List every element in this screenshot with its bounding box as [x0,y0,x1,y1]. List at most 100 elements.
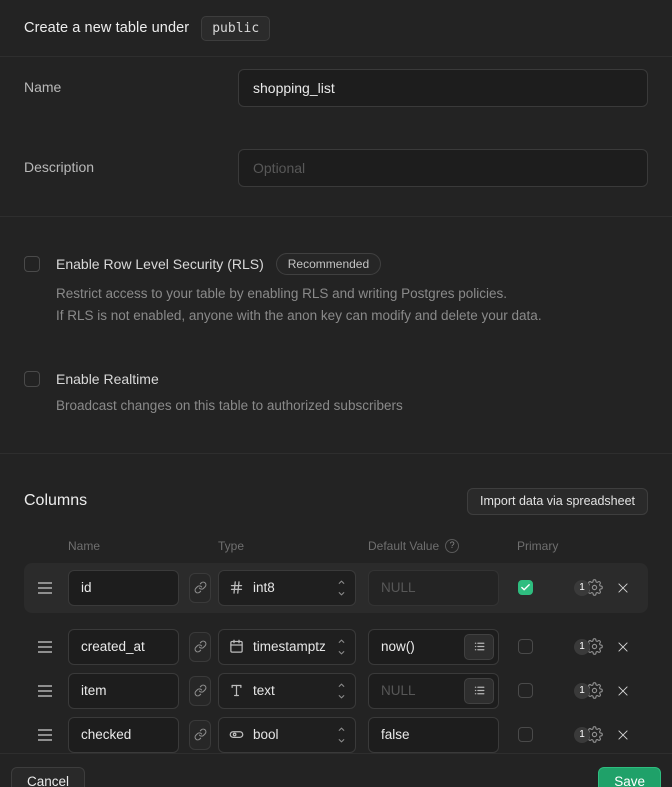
link-icon [194,640,207,653]
settings-count-badge: 1 [574,580,590,596]
check-icon [520,582,531,593]
realtime-description: Broadcast changes on this table to autho… [56,395,648,417]
rls-toggle-block: Enable Row Level Security (RLS) Recommen… [24,253,648,326]
cancel-button[interactable]: Cancel [11,767,85,787]
default-value-input [368,570,499,606]
column-name-input[interactable] [68,629,179,665]
column-type-select[interactable]: timestamptz [218,629,356,665]
settings-count-badge: 1 [574,639,590,655]
column-name-input[interactable] [68,570,179,606]
primary-checkbox[interactable] [518,580,533,595]
foreign-key-button[interactable] [189,632,211,662]
link-icon [194,581,207,594]
dialog-title: Create a new table under [24,20,189,36]
column-type-value: timestamptz [253,639,326,654]
default-value-input[interactable] [368,717,499,753]
realtime-checkbox[interactable] [24,371,40,387]
toggle-icon [229,727,244,742]
header-default-value: Default Value ? [368,539,517,553]
help-icon[interactable]: ? [445,539,459,553]
remove-column-button[interactable] [616,684,630,698]
remove-column-button[interactable] [616,581,630,595]
column-type-value: int8 [253,580,275,595]
foreign-key-button[interactable] [189,573,211,603]
remove-column-button[interactable] [616,728,630,742]
close-icon [616,728,630,742]
default-value-menu-button[interactable] [464,678,494,704]
primary-checkbox[interactable] [518,683,533,698]
column-row: timestamptz 1 [24,629,648,665]
realtime-toggle-block: Enable Realtime Broadcast changes on thi… [24,371,648,417]
save-button[interactable]: Save [598,767,661,787]
column-row: int8 1 [24,570,648,606]
primary-checkbox[interactable] [518,639,533,654]
foreign-key-button[interactable] [189,676,211,706]
table-info-section: Name Description [0,57,672,217]
rls-checkbox[interactable] [24,256,40,272]
column-settings-button[interactable]: 1 [574,579,603,596]
link-icon [194,728,207,741]
options-section: Enable Row Level Security (RLS) Recommen… [0,217,672,454]
calendar-icon [229,639,244,654]
column-name-input[interactable] [68,717,179,753]
column-type-select[interactable]: int8 [218,570,356,606]
column-settings-button[interactable]: 1 [574,726,603,743]
primary-checkbox-cell [517,683,533,698]
description-label: Description [24,149,238,175]
list-icon [473,684,486,697]
create-table-dialog: Create a new table under public Name Des… [0,0,672,787]
columns-section: Columns Import data via spreadsheet Name… [0,454,672,753]
select-chevrons-icon [336,636,347,658]
header-type: Type [218,539,368,553]
close-icon [616,581,630,595]
rls-description: Restrict access to your table by enablin… [56,283,648,326]
column-rows: timestamptz 1 text 1 bool 1 [24,629,648,753]
default-value-wrap [368,570,499,606]
default-value-wrap [368,673,499,709]
column-name-input[interactable] [68,673,179,709]
default-value-wrap [368,717,499,753]
drag-handle-icon[interactable] [38,685,52,697]
primary-checkbox-cell [517,639,533,654]
list-icon [473,640,486,653]
column-settings-button[interactable]: 1 [574,638,603,655]
import-spreadsheet-button[interactable]: Import data via spreadsheet [467,488,648,515]
dialog-footer: Cancel Save [0,753,672,787]
drag-handle-icon[interactable] [38,729,52,741]
schema-badge: public [201,16,270,41]
select-chevrons-icon [336,577,347,599]
link-icon [194,684,207,697]
column-type-value: bool [253,727,279,742]
drag-handle-icon[interactable] [38,641,52,653]
text-icon [229,683,244,698]
hash-icon [229,580,244,595]
column-type-select[interactable]: text [218,673,356,709]
column-settings-button[interactable]: 1 [574,682,603,699]
column-type-select[interactable]: bool [218,717,356,753]
dialog-header: Create a new table under public [0,0,672,57]
description-field-row: Description [24,149,648,187]
columns-grid-headers: Name Type Default Value ? Primary [24,539,648,553]
drag-handle-icon[interactable] [38,582,52,594]
default-value-wrap [368,629,499,665]
column-type-value: text [253,683,275,698]
column-row: bool 1 [24,717,648,753]
remove-column-button[interactable] [616,640,630,654]
select-chevrons-icon [336,680,347,702]
header-primary: Primary [517,539,558,553]
primary-row-panel: int8 1 [24,563,648,613]
table-description-input[interactable] [238,149,648,187]
primary-checkbox-cell [517,727,533,742]
columns-title: Columns [24,492,87,510]
column-row: text 1 [24,673,648,709]
recommended-badge: Recommended [276,253,381,275]
foreign-key-button[interactable] [189,720,211,750]
default-value-menu-button[interactable] [464,634,494,660]
name-label: Name [24,69,238,95]
close-icon [616,640,630,654]
primary-checkbox[interactable] [518,727,533,742]
table-name-input[interactable] [238,69,648,107]
name-field-row: Name [24,69,648,107]
rls-label: Enable Row Level Security (RLS) [56,256,264,272]
header-name: Name [68,539,218,553]
